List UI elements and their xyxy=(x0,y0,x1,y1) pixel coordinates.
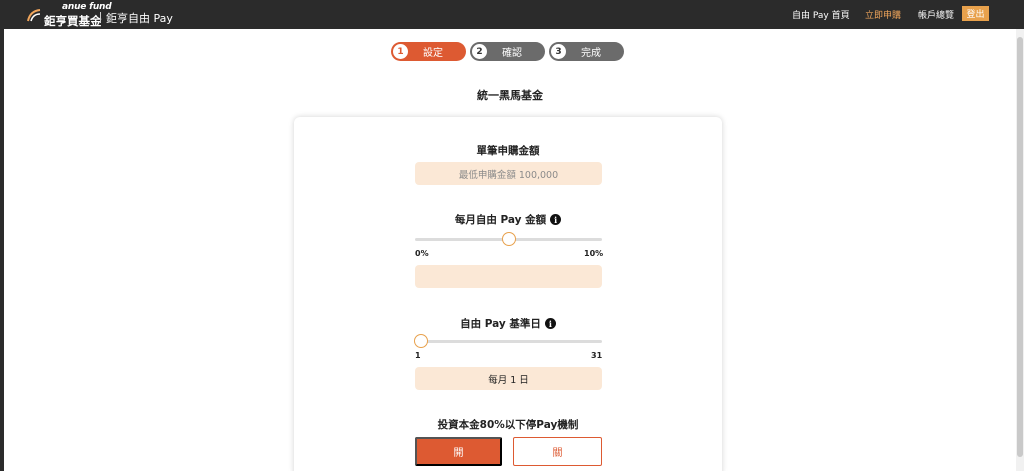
base-day-title: 自由 Pay 基準日 i xyxy=(294,316,722,331)
settings-card: 單筆申購金額 最低申購金額 100,000 每月自由 Pay 金額 i 0% 1… xyxy=(294,117,722,471)
single-amount-title: 單筆申購金額 xyxy=(294,143,722,158)
single-amount-label: 單筆申購金額 xyxy=(476,145,540,157)
monthly-pay-amount-field[interactable] xyxy=(415,265,602,288)
logout-button[interactable]: 登出 xyxy=(962,6,989,21)
base-day-slider-handle[interactable] xyxy=(414,334,428,348)
stop-mechanism-off-button[interactable]: 關 xyxy=(513,437,602,466)
vertical-scrollbar[interactable] xyxy=(1016,29,1024,471)
base-day-min-label: 1 xyxy=(415,351,421,360)
brand-subtitle: anue fund xyxy=(62,2,112,12)
stop-mechanism-label: 投資本金80%以下停Pay機制 xyxy=(437,419,579,431)
nav-account-link[interactable]: 帳戶總覽 xyxy=(918,0,954,29)
stop-mechanism-on-button[interactable]: 開 xyxy=(415,437,502,466)
main-content: 1 設定 2 確認 3 完成 統一黑馬基金 單筆申購金額 最低申購金額 100,… xyxy=(4,29,1016,471)
monthly-pay-title: 每月自由 Pay 金額 i xyxy=(294,212,722,227)
base-day-field[interactable]: 每月 1 日 xyxy=(415,367,602,390)
base-day-slider[interactable] xyxy=(415,340,602,343)
step-number: 3 xyxy=(551,44,566,59)
product-name[interactable]: 鉅亨自由 Pay xyxy=(106,10,173,26)
brand-divider xyxy=(100,12,101,23)
monthly-pay-max-label: 10% xyxy=(584,249,604,258)
step-indicator-confirm: 2 確認 xyxy=(470,42,545,61)
top-navigation-bar: anue fund 鉅亨買基金 鉅亨自由 Pay 自由 Pay 首頁 立即申購 … xyxy=(0,0,1024,29)
base-day-value: 每月 1 日 xyxy=(488,374,529,386)
step-number: 1 xyxy=(393,44,408,59)
fund-name: 統一黑馬基金 xyxy=(477,89,543,102)
info-icon[interactable]: i xyxy=(550,214,562,225)
brand-title: 鉅亨買基金 xyxy=(44,14,102,28)
info-icon[interactable]: i xyxy=(544,318,556,329)
step-indicator-complete: 3 完成 xyxy=(549,42,624,61)
step-number: 2 xyxy=(472,44,487,59)
step-label: 完成 xyxy=(581,48,601,59)
monthly-pay-label: 每月自由 Pay 金額 xyxy=(454,214,547,226)
monthly-pay-slider-handle[interactable] xyxy=(501,232,516,246)
stop-mechanism-title: 投資本金80%以下停Pay機制 xyxy=(294,417,722,432)
monthly-pay-min-label: 0% xyxy=(415,249,429,258)
step-indicator-setup: 1 設定 xyxy=(391,42,466,61)
base-day-label: 自由 Pay 基準日 xyxy=(460,318,541,330)
nav-home-link[interactable]: 自由 Pay 首頁 xyxy=(792,0,850,29)
scrollbar-thumb[interactable] xyxy=(1017,37,1023,457)
base-day-max-label: 31 xyxy=(591,351,603,360)
step-label: 設定 xyxy=(423,48,443,59)
single-amount-placeholder: 最低申購金額 100,000 xyxy=(458,169,559,181)
step-label: 確認 xyxy=(502,48,522,59)
nav-apply-link[interactable]: 立即申購 xyxy=(865,0,901,29)
anue-logo-icon xyxy=(27,9,41,22)
single-amount-input[interactable]: 最低申購金額 100,000 xyxy=(415,162,602,185)
